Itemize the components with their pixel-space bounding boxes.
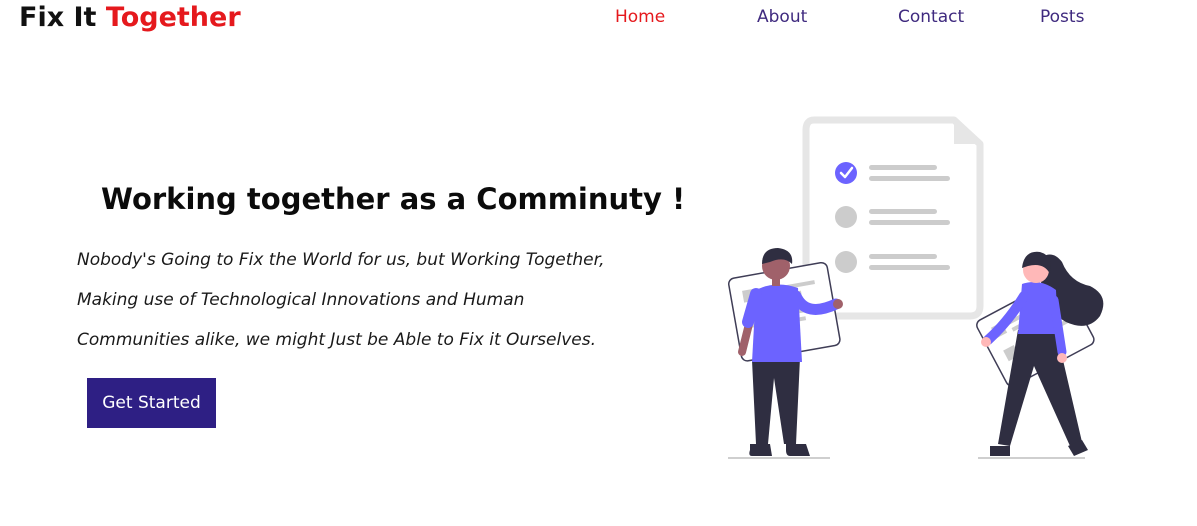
checklist-document-icon bbox=[802, 116, 984, 320]
hero-text-line-1: Nobody's Going to Fix the World for us, … bbox=[77, 250, 605, 270]
nav-link-home[interactable]: Home bbox=[615, 6, 665, 28]
nav-link-contact[interactable]: Contact bbox=[898, 6, 964, 28]
nav-link-about[interactable]: About bbox=[757, 6, 807, 28]
hero-text-line-3: Communities alike, we might Just be Able… bbox=[77, 330, 596, 350]
check-circle-icon bbox=[835, 162, 857, 184]
get-started-button[interactable]: Get Started bbox=[87, 378, 216, 428]
woman-figure-icon bbox=[976, 251, 1104, 456]
page: Fix It Together Home About Contact Posts… bbox=[0, 0, 1197, 526]
logo-text-together: Together bbox=[105, 2, 241, 33]
man-figure-icon bbox=[727, 248, 843, 456]
hero-title: Working together as a Comminuty ! bbox=[101, 182, 686, 216]
empty-circle-icon bbox=[835, 251, 857, 273]
site-logo[interactable]: Fix It Together bbox=[19, 1, 241, 35]
logo-text-fix-it: Fix It bbox=[19, 2, 106, 33]
collaboration-illustration bbox=[727, 116, 1104, 459]
empty-circle-icon bbox=[835, 206, 857, 228]
nav-link-posts[interactable]: Posts bbox=[1040, 6, 1084, 28]
hero-text-line-2: Making use of Technological Innovations … bbox=[77, 290, 525, 310]
